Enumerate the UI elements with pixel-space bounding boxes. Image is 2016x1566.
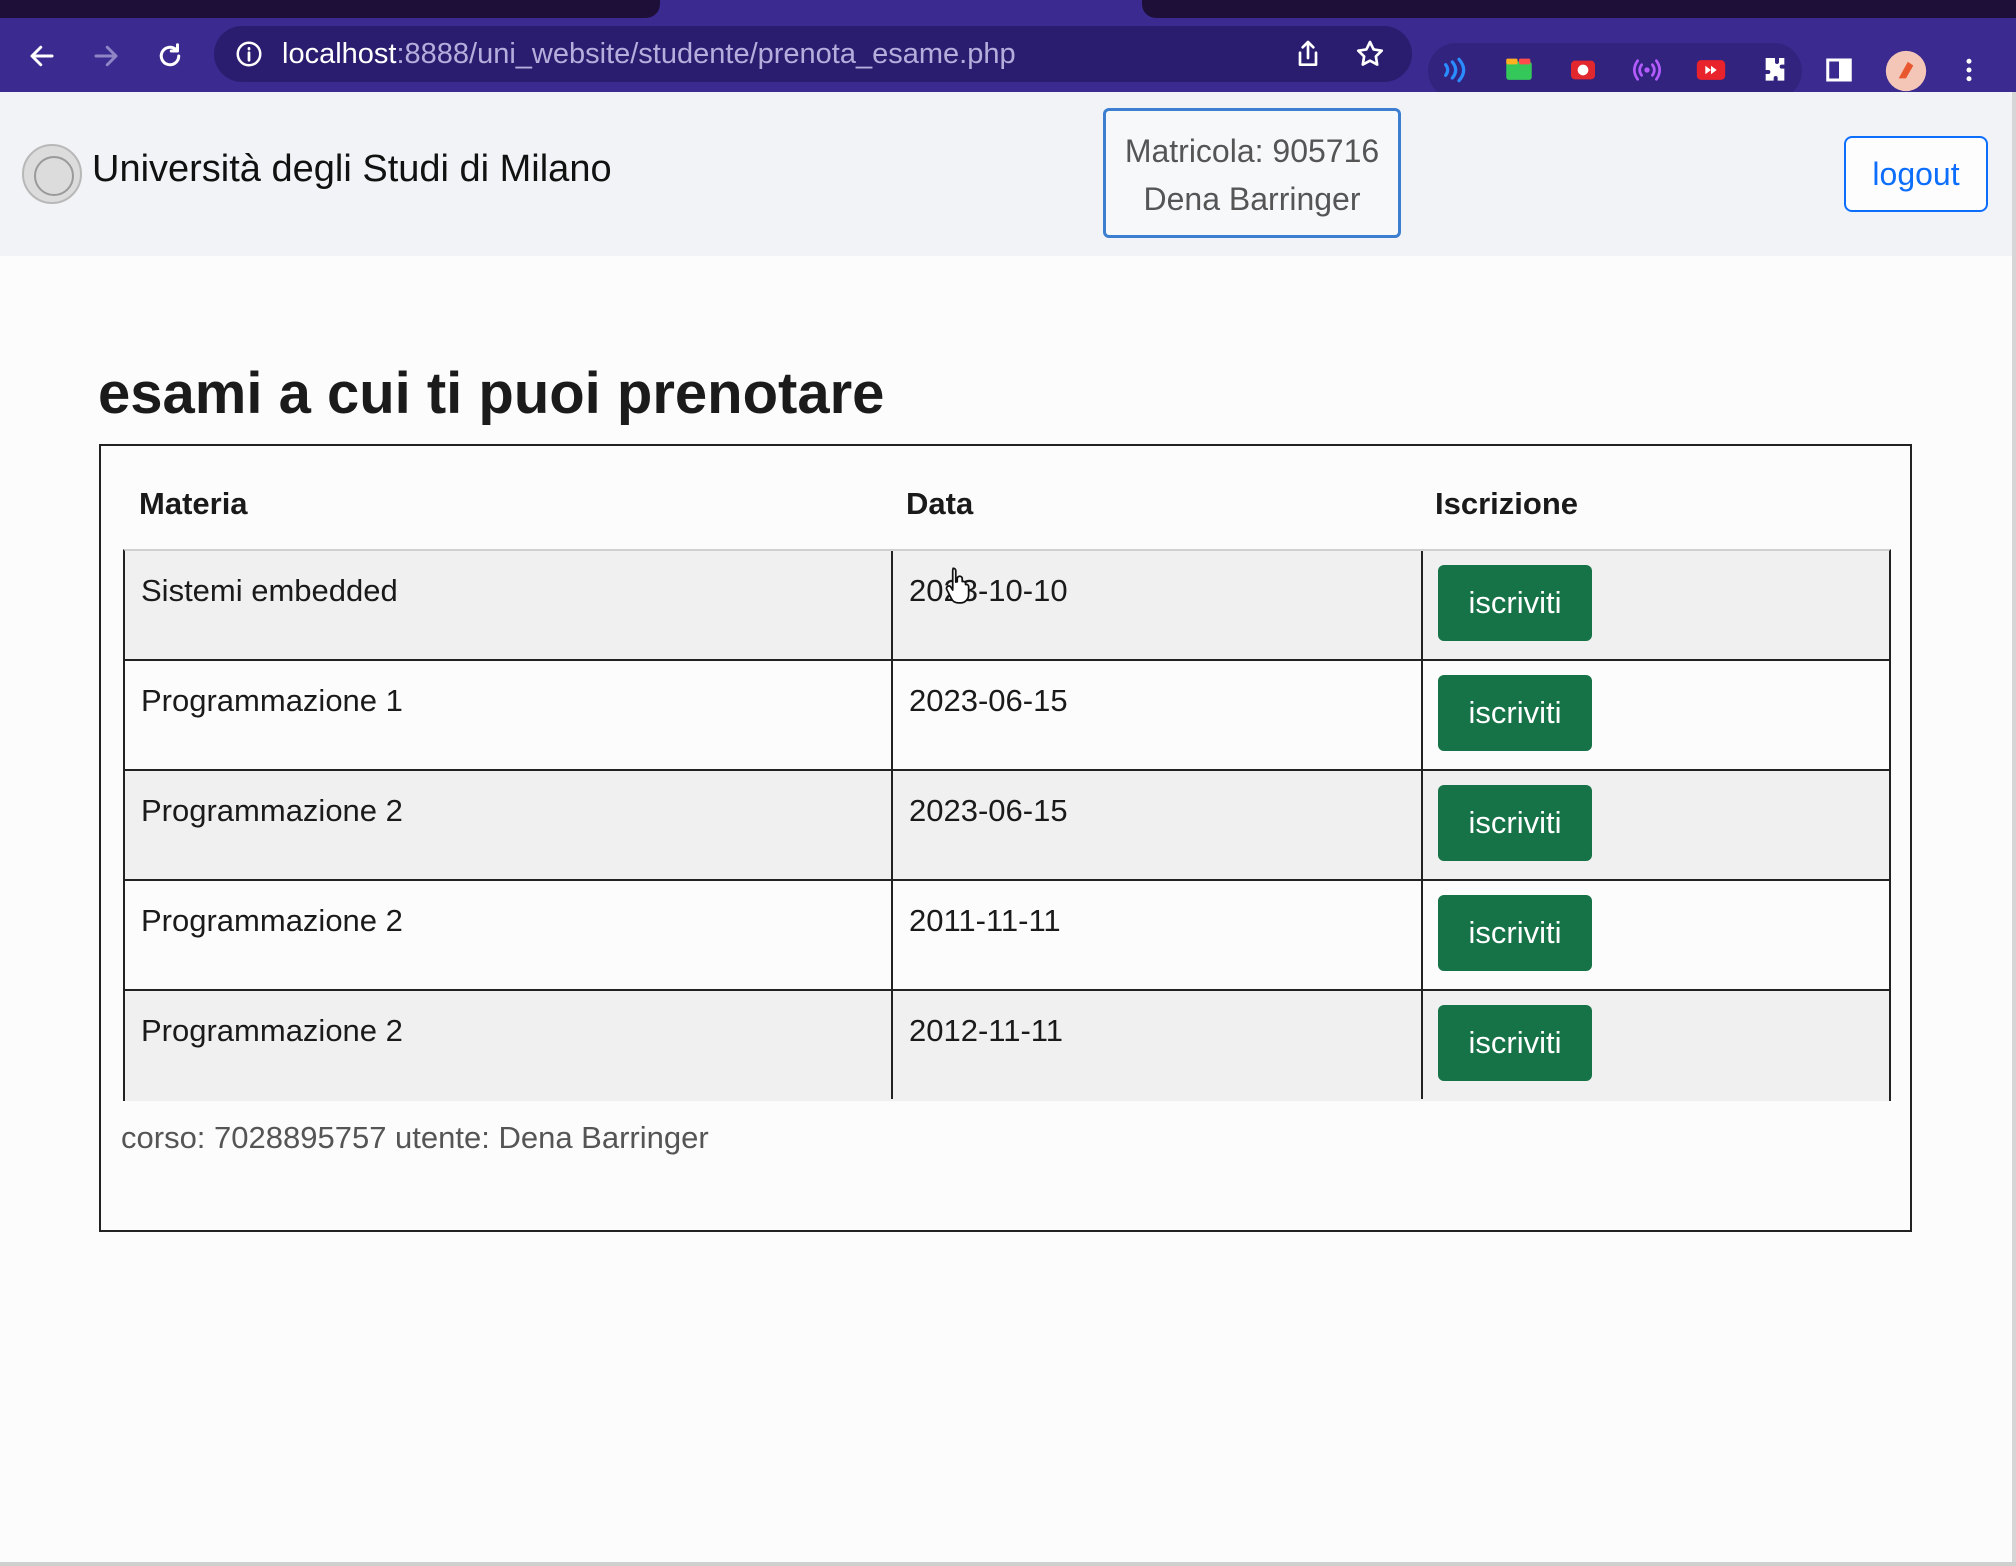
forward-icon[interactable] bbox=[84, 34, 128, 78]
translate-extension-icon[interactable] bbox=[1438, 53, 1472, 87]
matricola-label: Matricola: 905716 bbox=[1124, 133, 1380, 169]
cell-materia: Programmazione 1 bbox=[141, 683, 403, 718]
bookmark-star-icon[interactable] bbox=[1354, 38, 1386, 70]
user-info-box: Matricola: 905716 Dena Barringer bbox=[1103, 108, 1401, 238]
table-row: Programmazione 2 2023-06-15 iscriviti bbox=[125, 771, 1889, 881]
profile-avatar[interactable] bbox=[1884, 49, 1928, 93]
url-host: localhost bbox=[282, 38, 397, 70]
column-divider bbox=[891, 551, 893, 1099]
broadcast-extension-icon[interactable] bbox=[1630, 53, 1664, 87]
table-row: Sistemi embedded 2023-10-10 iscriviti bbox=[125, 551, 1889, 661]
iscriviti-button[interactable]: iscriviti bbox=[1438, 785, 1592, 861]
menu-dots-icon[interactable] bbox=[1952, 53, 1986, 87]
column-divider bbox=[1421, 551, 1423, 1099]
address-bar[interactable]: localhost:8888/uni_website/studente/pren… bbox=[214, 26, 1412, 82]
share-icon[interactable] bbox=[1292, 38, 1324, 70]
hand-cursor-icon bbox=[944, 566, 974, 604]
video-extension-icon[interactable] bbox=[1694, 53, 1728, 87]
inactive-tab-left[interactable] bbox=[0, 0, 660, 18]
puzzle-icon[interactable] bbox=[1758, 53, 1792, 87]
inactive-tab-right[interactable] bbox=[1142, 0, 2016, 18]
cell-materia: Programmazione 2 bbox=[141, 903, 403, 938]
iscriviti-button[interactable]: iscriviti bbox=[1438, 675, 1592, 751]
cell-data: 2011-11-11 bbox=[909, 903, 1061, 938]
iscriviti-button[interactable]: iscriviti bbox=[1438, 1005, 1592, 1081]
url-text[interactable]: localhost:8888/uni_website/studente/pren… bbox=[282, 36, 1016, 72]
red-extension-icon[interactable] bbox=[1566, 53, 1600, 87]
table-row: Programmazione 2 2012-11-11 iscriviti bbox=[125, 991, 1889, 1101]
column-header-materia: Materia bbox=[139, 486, 248, 521]
extensions-group bbox=[1428, 43, 1802, 99]
sidepanel-icon[interactable] bbox=[1822, 53, 1856, 87]
university-logo bbox=[22, 144, 82, 204]
window-edge bbox=[2012, 92, 2016, 1562]
back-icon[interactable] bbox=[20, 34, 64, 78]
page-title: esami a cui ti puoi prenotare bbox=[98, 361, 885, 426]
iscriviti-button[interactable]: iscriviti bbox=[1438, 565, 1592, 641]
info-icon[interactable] bbox=[234, 39, 264, 69]
folder-extension-icon[interactable] bbox=[1502, 53, 1536, 87]
table-row: Programmazione 1 2023-06-15 iscriviti bbox=[125, 661, 1889, 771]
cell-data: 2023-06-15 bbox=[909, 683, 1068, 718]
reload-icon[interactable] bbox=[148, 34, 192, 78]
cell-materia: Sistemi embedded bbox=[141, 573, 398, 608]
column-header-data: Data bbox=[906, 486, 974, 521]
cell-data: 2012-11-11 bbox=[909, 1013, 1063, 1048]
site-title[interactable]: Università degli Studi di Milano bbox=[92, 148, 612, 191]
exams-table: Sistemi embedded 2023-10-10 iscriviti Pr… bbox=[123, 549, 1891, 1101]
site-header: Università degli Studi di Milano Matrico… bbox=[0, 92, 2012, 256]
iscriviti-button[interactable]: iscriviti bbox=[1438, 895, 1592, 971]
cell-materia: Programmazione 2 bbox=[141, 1013, 403, 1048]
course-user-note: corso: 7028895757 utente: Dena Barringer bbox=[121, 1120, 709, 1155]
window-bottom-edge bbox=[0, 1562, 2016, 1566]
logout-button[interactable]: logout bbox=[1844, 136, 1988, 212]
cell-data: 2023-10-10 bbox=[909, 573, 1068, 608]
user-name-label: Dena Barringer bbox=[1143, 181, 1361, 217]
table-row: Programmazione 2 2011-11-11 iscriviti bbox=[125, 881, 1889, 991]
browser-toolbar: localhost:8888/uni_website/studente/pren… bbox=[0, 18, 2016, 99]
column-header-iscrizione: Iscrizione bbox=[1435, 486, 1578, 521]
tab-strip bbox=[0, 0, 2016, 18]
exams-card: Materia Data Iscrizione Sistemi embedded… bbox=[99, 444, 1912, 1232]
url-path: :8888/uni_website/studente/prenota_esame… bbox=[396, 38, 1016, 70]
cell-materia: Programmazione 2 bbox=[141, 793, 403, 828]
cell-data: 2023-06-15 bbox=[909, 793, 1068, 828]
